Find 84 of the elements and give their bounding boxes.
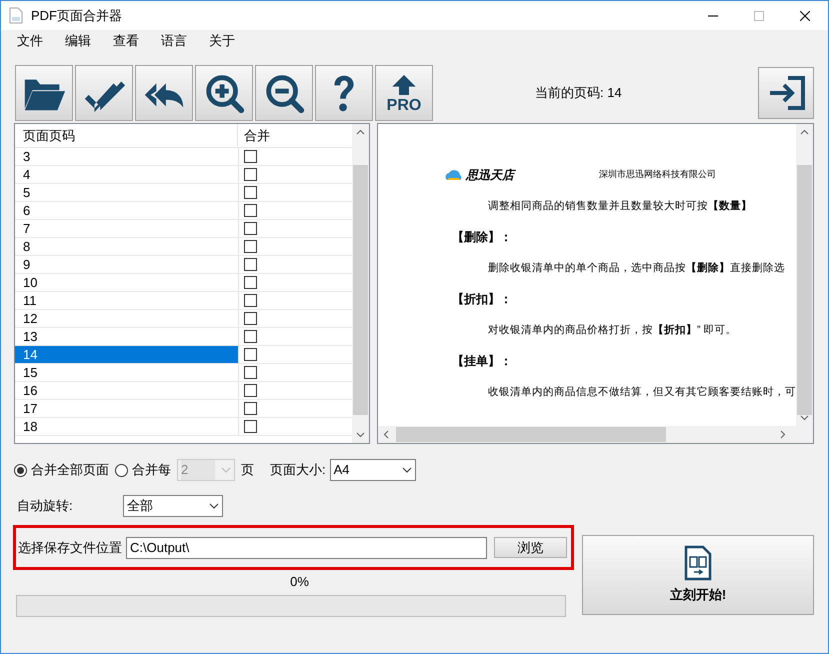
scroll-right-icon[interactable] (780, 430, 786, 439)
merge-checkbox[interactable] (244, 420, 257, 433)
document-merge-icon (684, 545, 712, 582)
scroll-left-icon[interactable] (383, 430, 389, 439)
merge-checkbox[interactable] (244, 204, 257, 217)
merge-checkbox[interactable] (244, 240, 257, 253)
merge-checkbox[interactable] (244, 348, 257, 361)
toolbar-button[interactable] (315, 65, 373, 121)
page-number-cell[interactable]: 13 (15, 328, 238, 345)
dropdown-caret-icon[interactable] (209, 503, 219, 509)
document-paragraph: 调整相同商品的销售数量并且数量较大时可按【数量】 (488, 199, 752, 214)
merge-checkbox[interactable] (244, 168, 257, 181)
scroll-down-icon[interactable] (356, 432, 365, 438)
page-size-label: 页面大小: (270, 461, 326, 480)
page-number-cell[interactable]: 9 (15, 256, 238, 273)
merge-checkbox[interactable] (244, 258, 257, 271)
merge-checkbox[interactable] (244, 330, 257, 343)
toolbar-button[interactable] (195, 65, 253, 121)
dropdown[interactable]: 全部 (123, 495, 223, 517)
list-scrollbar[interactable] (352, 124, 369, 443)
preview-horizontal-scrollbar[interactable] (378, 426, 813, 443)
window-title: PDF页面合并器 (31, 6, 122, 25)
page-number-cell[interactable]: 5 (15, 184, 238, 201)
page-number-cell[interactable]: 6 (15, 202, 238, 219)
dropdown[interactable]: A4 (330, 459, 416, 481)
page-number-cell[interactable]: 14 (15, 346, 238, 363)
page-number-cell[interactable]: 4 (15, 166, 238, 183)
page-number-cell[interactable]: 16 (15, 382, 238, 399)
merge-checkbox[interactable] (244, 186, 257, 199)
preview-vertical-scrollbar[interactable] (796, 124, 813, 426)
menu-item[interactable]: 查看 (105, 30, 147, 50)
page-number-cell[interactable]: 15 (15, 364, 238, 381)
app-icon (9, 7, 23, 24)
document-heading: 【挂单】： (452, 353, 512, 369)
document-paragraph: 对收银清单内的商品价格打折，按【折扣】” 即可。 (488, 323, 736, 338)
menu-item[interactable]: 关于 (201, 30, 243, 50)
toolbar-button[interactable] (75, 65, 133, 121)
logo-text: 思迅天店 (466, 167, 514, 184)
unit-label: 页 (241, 461, 254, 480)
document-paragraph: 删除收银清单中的单个商品，选中商品按【删除】直接删除选 (488, 261, 785, 276)
page-number-cell[interactable]: 3 (15, 148, 238, 165)
merge-checkbox[interactable] (244, 222, 257, 235)
menu-item[interactable]: 编辑 (57, 30, 99, 50)
scroll-up-icon[interactable] (356, 129, 365, 135)
page-number-cell[interactable]: 7 (15, 220, 238, 237)
current-page-label: 当前的页码: 14 (535, 84, 622, 102)
page-number-cell[interactable]: 18 (15, 418, 238, 435)
browse-button[interactable]: 浏览 (494, 537, 567, 558)
cloud-logo-icon (445, 169, 463, 181)
exit-button[interactable] (758, 67, 814, 119)
scroll-down-icon[interactable] (800, 415, 809, 421)
merge-checkbox[interactable] (244, 384, 257, 397)
merge-checkbox[interactable] (244, 294, 257, 307)
column-header[interactable]: 合并 (238, 124, 270, 147)
merge-checkbox[interactable] (244, 366, 257, 379)
path-input-field[interactable]: C:\Output\ (126, 536, 487, 558)
document-heading: 【折扣】： (452, 291, 512, 307)
toolbar-button[interactable]: PRO (375, 65, 433, 121)
merge-checkbox[interactable] (244, 312, 257, 325)
start-button[interactable]: 立刻开始! (582, 535, 814, 615)
document-heading: 【删除】： (452, 229, 512, 245)
menu-item[interactable]: 文件 (9, 30, 51, 50)
company-name: 深圳市思迅网络科技有限公司 (599, 168, 716, 182)
toolbar-button[interactable] (135, 65, 193, 121)
page-number-cell[interactable]: 8 (15, 238, 238, 255)
toolbar-button[interactable] (255, 65, 313, 121)
radio-option[interactable]: 合并每 (115, 460, 171, 480)
page-number-cell[interactable]: 12 (15, 310, 238, 327)
page-number-cell[interactable]: 17 (15, 400, 238, 417)
auto-rotate-label: 自动旋转: (17, 497, 74, 516)
document-paragraph: 收银清单内的商品信息不做结算，但又有其它顾客要结账时，可 (488, 385, 796, 400)
merge-checkbox[interactable] (244, 276, 257, 289)
dropdown-caret-icon[interactable] (402, 467, 412, 473)
progress-text: 0% (289, 573, 309, 591)
page-number-cell[interactable]: 11 (15, 292, 238, 309)
merge-checkbox[interactable] (244, 150, 257, 163)
menu-item[interactable]: 语言 (153, 30, 195, 50)
save-location-label: 选择保存文件位置 (18, 538, 123, 557)
page-number-cell[interactable]: 10 (15, 274, 238, 291)
scroll-up-icon[interactable] (800, 129, 809, 135)
radio-option[interactable]: 合并全部页面 (14, 460, 109, 480)
toolbar-button[interactable] (15, 65, 73, 121)
merge-checkbox[interactable] (244, 402, 257, 415)
column-header[interactable]: 页面页码 (15, 124, 238, 147)
